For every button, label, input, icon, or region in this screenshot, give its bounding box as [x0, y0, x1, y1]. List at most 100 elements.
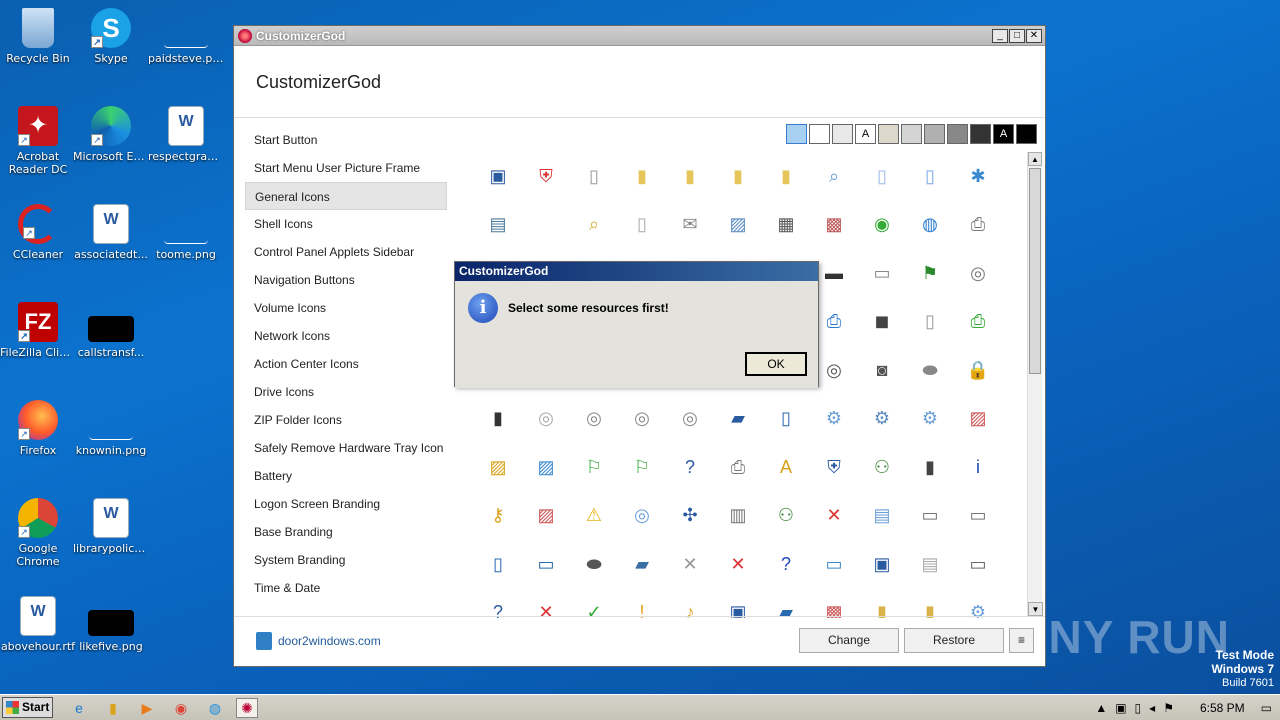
color-swatch[interactable]: [786, 124, 807, 144]
icon-cell[interactable]: ✣: [666, 492, 714, 541]
desktop-icon-edge[interactable]: ↗ Microsoft Edge: [73, 106, 149, 163]
icon-cell[interactable]: ◎: [618, 492, 666, 541]
sidebar-item[interactable]: Logon Screen Branding: [245, 490, 447, 518]
color-swatch[interactable]: [809, 124, 830, 144]
icon-cell[interactable]: ⎙: [954, 298, 1002, 347]
icon-cell[interactable]: ▯: [618, 201, 666, 250]
maximize-button[interactable]: □: [1009, 28, 1025, 43]
icon-cell[interactable]: A: [762, 443, 810, 492]
icon-cell[interactable]: ◎: [618, 395, 666, 444]
icon-cell[interactable]: ?: [666, 443, 714, 492]
icon-cell[interactable]: ▰: [762, 589, 810, 618]
icon-cell[interactable]: ▮: [858, 589, 906, 618]
icon-cell[interactable]: ▭: [810, 540, 858, 589]
icon-cell[interactable]: ⛨: [522, 152, 570, 201]
desktop-icon-abovehour[interactable]: W abovehour.rtf: [0, 596, 76, 653]
icon-cell[interactable]: ?: [762, 540, 810, 589]
sidebar-item[interactable]: Start Menu User Picture Frame: [245, 154, 447, 182]
desktop-icon-librarypolicy[interactable]: W librarypolicy...: [73, 498, 149, 555]
icon-cell[interactable]: ▭: [954, 492, 1002, 541]
icon-cell[interactable]: ⚷: [474, 492, 522, 541]
desktop-icon-respectgrad[interactable]: W respectgrad...: [148, 106, 224, 163]
color-swatch[interactable]: [832, 124, 853, 144]
show-desktop-icon[interactable]: ▭: [1261, 701, 1272, 715]
menu-button[interactable]: ≡: [1009, 628, 1034, 653]
icon-cell[interactable]: ▯: [906, 298, 954, 347]
desktop-icon-chrome[interactable]: ↗ Google Chrome: [0, 498, 76, 568]
icon-cell[interactable]: ⬬: [570, 540, 618, 589]
icon-cell[interactable]: ▯: [906, 152, 954, 201]
sidebar-item[interactable]: Volume Icons: [245, 294, 447, 322]
icon-cell[interactable]: ▤: [474, 201, 522, 250]
power-tray-icon[interactable]: ▯: [1135, 701, 1142, 715]
icon-cell[interactable]: ⎙: [714, 443, 762, 492]
sidebar-item[interactable]: Shell Icons: [245, 210, 447, 238]
icon-cell[interactable]: ▩: [810, 589, 858, 618]
icon-cell[interactable]: i: [954, 443, 1002, 492]
sidebar-item[interactable]: Control Panel Applets Sidebar: [245, 238, 447, 266]
sidebar-item[interactable]: Base Branding: [245, 518, 447, 546]
icon-cell[interactable]: ✉: [666, 201, 714, 250]
tray-expand-icon[interactable]: ▲: [1095, 701, 1107, 715]
restore-button[interactable]: Restore: [904, 628, 1004, 653]
icon-cell[interactable]: ◎: [570, 395, 618, 444]
minimize-button[interactable]: _: [992, 28, 1008, 43]
icon-cell[interactable]: ▯: [474, 540, 522, 589]
sidebar-item[interactable]: ZIP Folder Icons: [245, 406, 447, 434]
scrollbar-thumb[interactable]: [1029, 168, 1041, 374]
icon-cell[interactable]: ▤: [858, 492, 906, 541]
icon-cell[interactable]: ◙: [858, 346, 906, 395]
sidebar-item[interactable]: Drive Icons: [245, 378, 447, 406]
desktop-icon-filezilla[interactable]: FZ ↗ FileZilla Client: [0, 302, 76, 359]
icon-cell[interactable]: ✕: [714, 540, 762, 589]
color-swatch[interactable]: A: [855, 124, 876, 144]
icon-cell[interactable]: ⚠: [570, 492, 618, 541]
ok-button[interactable]: OK: [745, 352, 807, 376]
scroll-down-icon[interactable]: ▼: [1028, 602, 1043, 616]
icon-cell[interactable]: ▥: [714, 492, 762, 541]
icon-cell[interactable]: ▨: [474, 443, 522, 492]
desktop-icon-toome[interactable]: toome.png: [148, 204, 224, 261]
icon-cell[interactable]: ◼: [858, 298, 906, 347]
icon-cell[interactable]: ✓: [570, 589, 618, 618]
sidebar-item[interactable]: System Branding: [245, 546, 447, 574]
edge-taskbar-icon[interactable]: ◍: [204, 698, 226, 718]
desktop-icon-paidsteve[interactable]: paidsteve.png: [148, 8, 224, 65]
desktop-icon-acrobat[interactable]: ✦ ↗ Acrobat Reader DC: [0, 106, 76, 176]
sidebar-item[interactable]: Network Icons: [245, 322, 447, 350]
icon-cell[interactable]: ▩: [810, 201, 858, 250]
icon-cell[interactable]: ⌕: [810, 152, 858, 201]
icon-cell[interactable]: ▮: [618, 152, 666, 201]
sidebar-item[interactable]: Time & Date: [245, 574, 447, 602]
desktop-icon-likefive[interactable]: likefive.png: [73, 596, 149, 653]
color-swatch[interactable]: [970, 124, 991, 144]
icon-cell[interactable]: ▰: [714, 395, 762, 444]
media-player-icon[interactable]: ▶: [136, 698, 158, 718]
icon-cell[interactable]: ▮: [714, 152, 762, 201]
icon-cell[interactable]: ▯: [858, 152, 906, 201]
icon-cell[interactable]: ▤: [906, 540, 954, 589]
icon-cell[interactable]: ⚐: [618, 443, 666, 492]
network-tray-icon[interactable]: ▣: [1115, 701, 1126, 715]
icon-cell[interactable]: ◍: [906, 201, 954, 250]
icon-cell[interactable]: ▯: [762, 395, 810, 444]
icon-grid-scrollbar[interactable]: ▲ ▼: [1027, 152, 1043, 616]
icon-cell[interactable]: ♪: [666, 589, 714, 618]
icon-cell[interactable]: ▯: [570, 152, 618, 201]
icon-cell[interactable]: ▭: [858, 249, 906, 298]
color-swatch[interactable]: [947, 124, 968, 144]
sidebar-item[interactable]: Navigation Buttons: [245, 266, 447, 294]
icon-cell[interactable]: ▮: [666, 152, 714, 201]
color-swatch[interactable]: [901, 124, 922, 144]
icon-cell[interactable]: ▮: [906, 443, 954, 492]
icon-cell[interactable]: ▨: [522, 443, 570, 492]
flag-tray-icon[interactable]: ⚑: [1163, 701, 1174, 715]
icon-cell[interactable]: ▣: [858, 540, 906, 589]
icon-cell[interactable]: ▦: [762, 201, 810, 250]
desktop-icon-recycle-bin[interactable]: Recycle Bin: [0, 8, 76, 65]
dialog-title[interactable]: CustomizerGod: [455, 262, 818, 281]
start-button[interactable]: Start: [2, 697, 53, 718]
icon-cell[interactable]: ▣: [474, 152, 522, 201]
icon-cell[interactable]: ?: [474, 589, 522, 618]
icon-cell[interactable]: ⚐: [570, 443, 618, 492]
